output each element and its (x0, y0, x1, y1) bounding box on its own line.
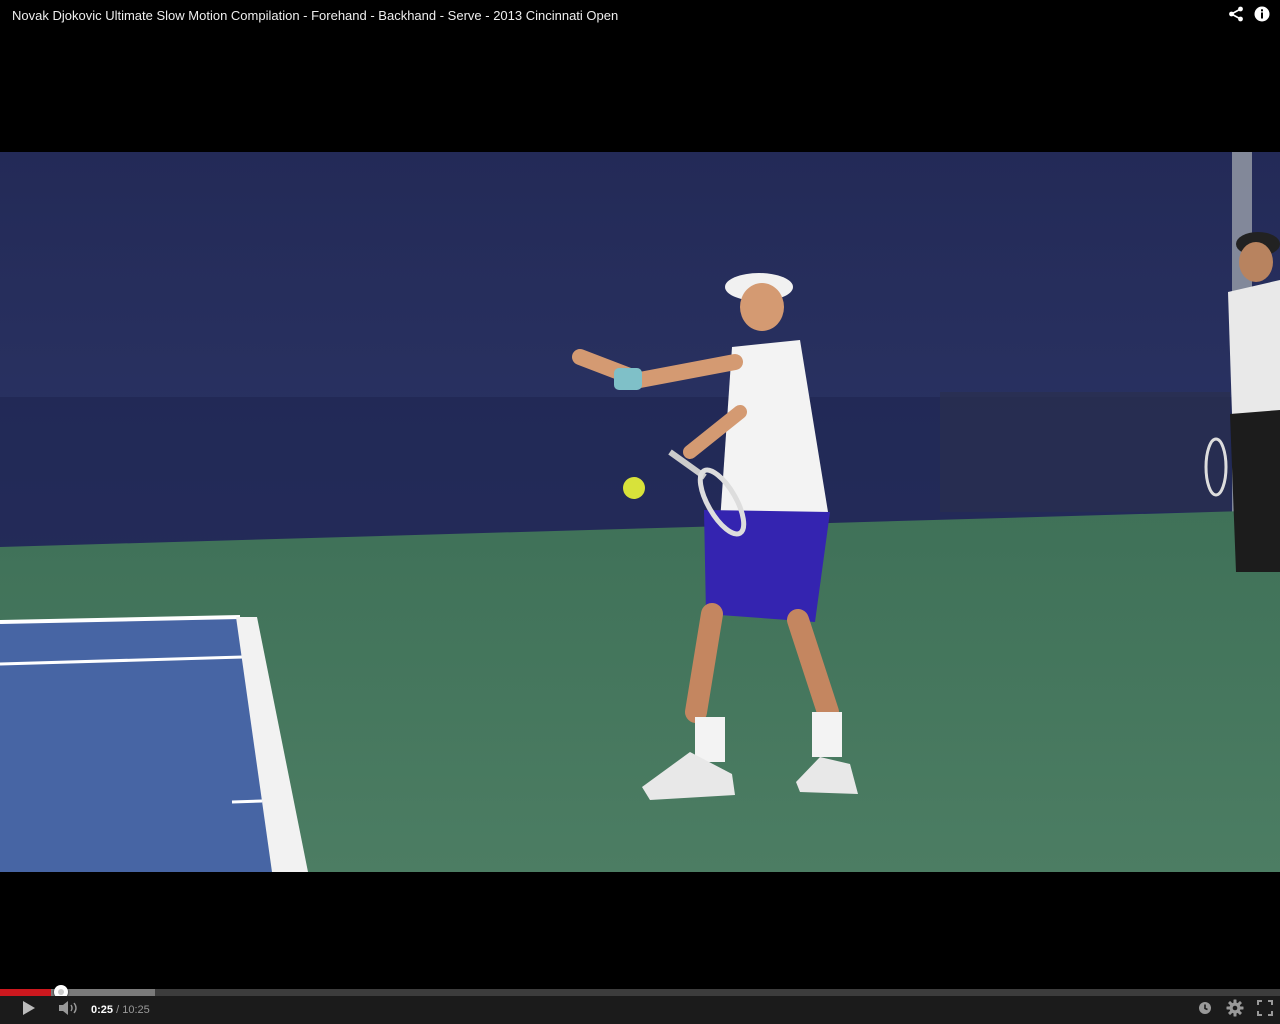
time-separator: / (116, 1004, 120, 1016)
time-display: 0:25 / 10:25 (91, 1004, 150, 1016)
watch-later-icon (1198, 1001, 1212, 1020)
video-frame[interactable] (0, 152, 1280, 872)
current-time: 0:25 (91, 1004, 114, 1016)
gear-icon (1226, 999, 1244, 1022)
fullscreen-button[interactable] (1255, 996, 1275, 1024)
settings-button[interactable] (1224, 996, 1246, 1024)
progress-bar[interactable] (0, 985, 1280, 999)
share-icon[interactable] (1228, 6, 1244, 22)
video-title[interactable]: Novak Djokovic Ultimate Slow Motion Comp… (12, 8, 618, 23)
play-button[interactable] (18, 996, 40, 1024)
duration: 10:25 (122, 1004, 150, 1016)
info-icon[interactable] (1254, 6, 1270, 22)
fullscreen-icon (1257, 999, 1273, 1021)
title-bar: Novak Djokovic Ultimate Slow Motion Comp… (0, 0, 1280, 32)
watch-later-button[interactable] (1196, 996, 1214, 1024)
control-bar: 0:25 / 10:25 (0, 996, 1280, 1024)
play-icon (22, 1000, 36, 1021)
played-bar (0, 989, 52, 996)
volume-button[interactable] (56, 996, 82, 1024)
volume-icon (58, 1000, 80, 1021)
top-right-actions (1228, 6, 1270, 22)
